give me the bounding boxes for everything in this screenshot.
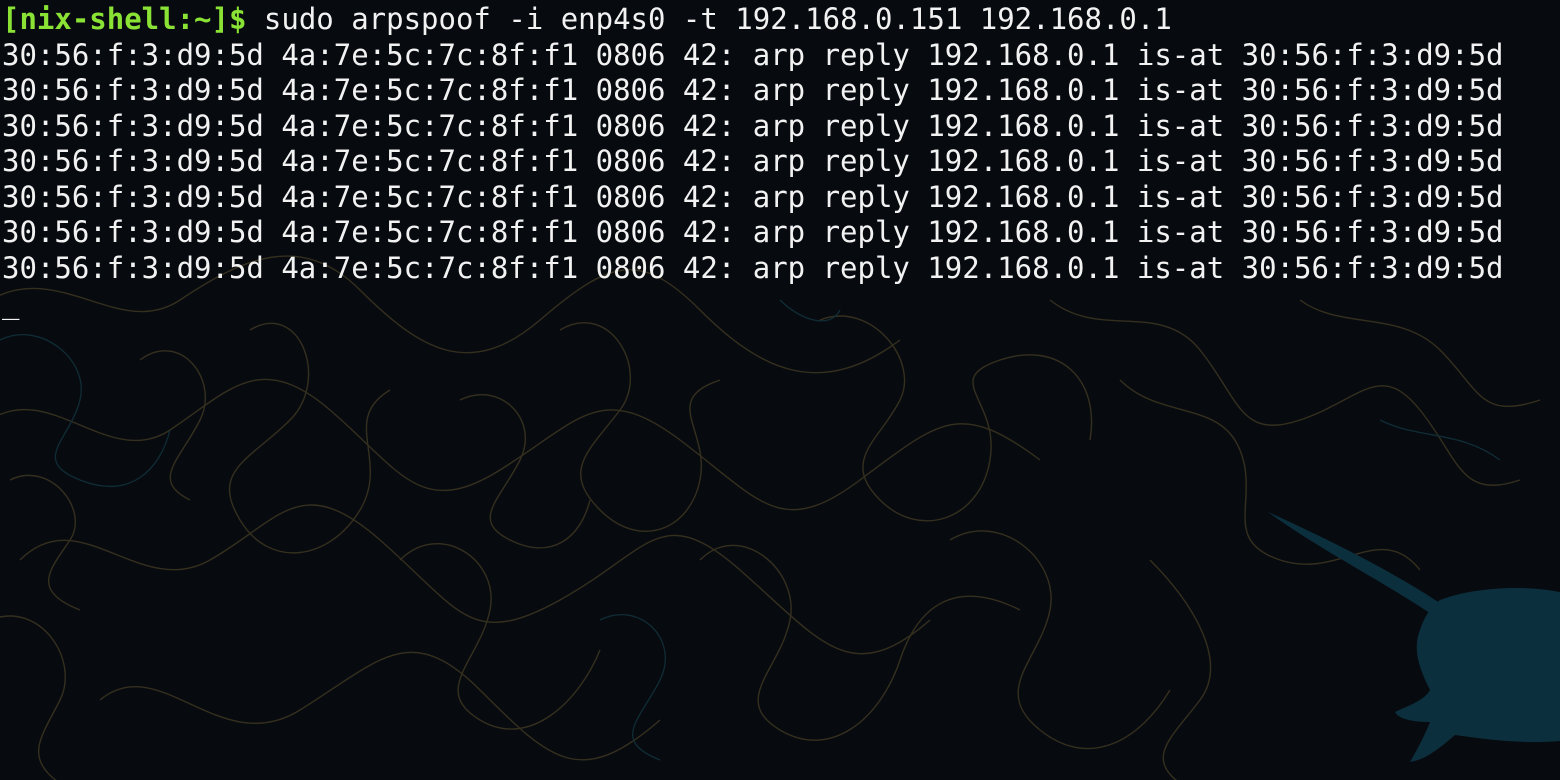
text-cursor: _	[2, 286, 20, 320]
terminal-window[interactable]: [nix-shell:~]$ sudo arpspoof -i enp4s0 -…	[0, 0, 1560, 780]
contour-lines-teal	[0, 299, 1501, 761]
output-line: 30:56:f:3:d9:5d 4a:7e:5c:7c:8f:f1 0806 4…	[2, 215, 1504, 249]
output-line: 30:56:f:3:d9:5d 4a:7e:5c:7c:8f:f1 0806 4…	[2, 108, 1504, 143]
output-line: 30:56:f:3:d9:5d 4a:7e:5c:7c:8f:f1 0806 4…	[2, 250, 1504, 285]
command-text: sudo arpspoof -i enp4s0 -t 192.168.0.151…	[263, 2, 1172, 36]
output-line: 30:56:f:3:d9:5d 4a:7e:5c:7c:8f:f1 0806 4…	[2, 179, 1504, 214]
output-line: 30:56:f:3:d9:5d 4a:7e:5c:7c:8f:f1 0806 4…	[2, 144, 1504, 178]
output-line: 30:56:f:3:d9:5d 4a:7e:5c:7c:8f:f1 0806 4…	[2, 73, 1504, 107]
contour-lines	[0, 255, 1541, 780]
command-line: [nix-shell:~]$ sudo arpspoof -i enp4s0 -…	[2, 2, 1504, 38]
terminal-output: [nix-shell:~]$ sudo arpspoof -i enp4s0 -…	[2, 2, 1504, 322]
output-line: 30:56:f:3:d9:5d 4a:7e:5c:7c:8f:f1 0806 4…	[2, 37, 1504, 72]
shell-prompt: [nix-shell:~]$	[2, 2, 247, 36]
narwhal-icon	[1268, 512, 1560, 762]
